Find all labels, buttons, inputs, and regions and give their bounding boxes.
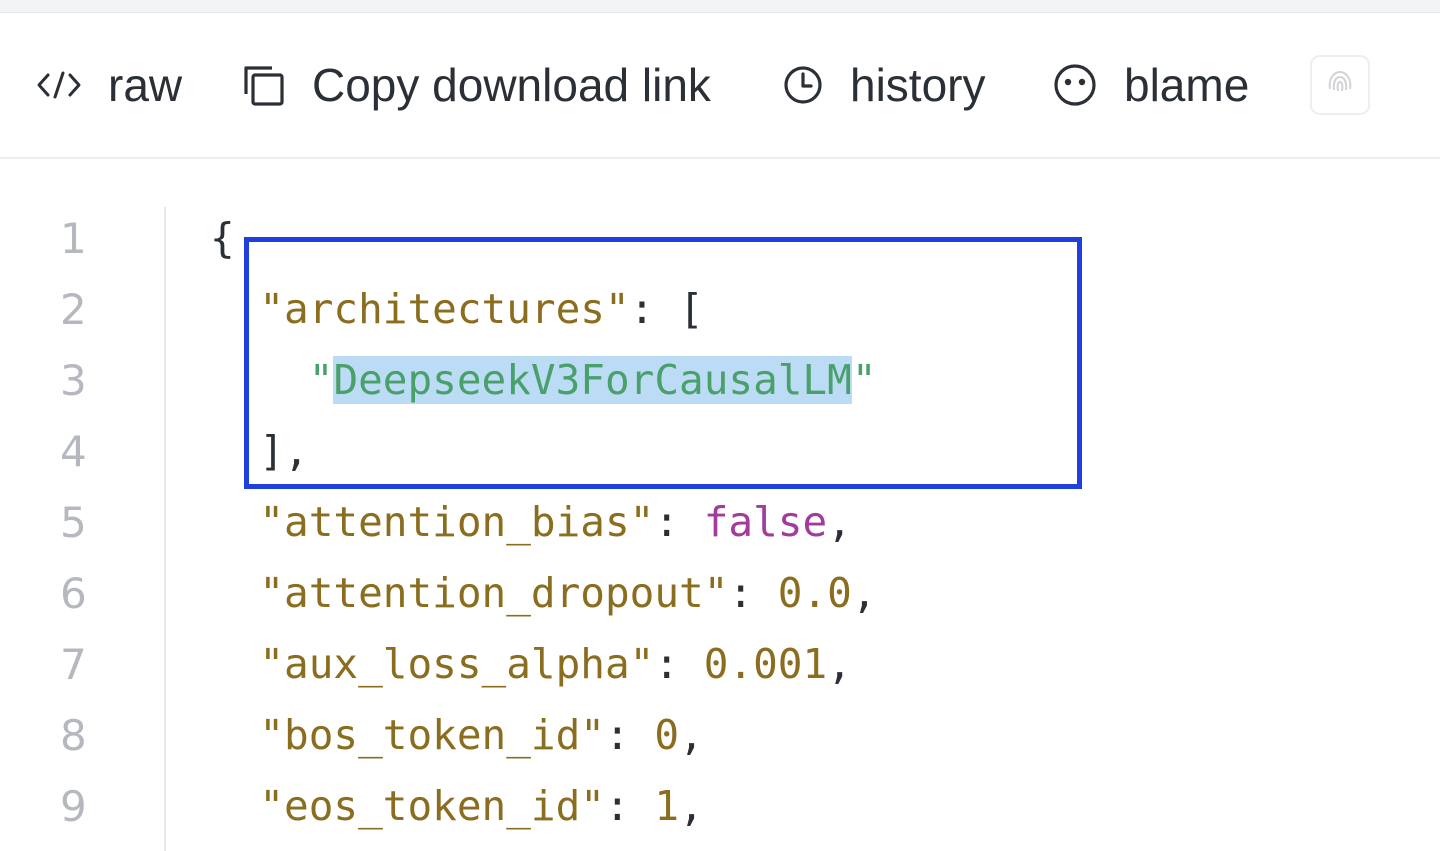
code-viewer: 1{2 "architectures": [3 "DeepseekV3ForCa…	[0, 159, 1440, 851]
code-token: 0	[654, 711, 680, 759]
code-line: 2 "architectures": [	[0, 274, 1440, 345]
face-icon	[1052, 62, 1098, 108]
code-token: 0.0	[777, 569, 852, 617]
code-line: 6 "attention_dropout": 0.0,	[0, 558, 1440, 629]
code-line: 9 "eos_token_id": 1,	[0, 771, 1440, 842]
code-token: "	[851, 356, 877, 404]
code-token: ,	[851, 569, 877, 617]
code-token: :	[654, 640, 704, 688]
code-line: 8 "bos_token_id": 0,	[0, 700, 1440, 771]
code-token: : [	[629, 285, 704, 333]
history-label: history	[850, 59, 986, 111]
code-token: :	[728, 569, 778, 617]
line-number[interactable]: 7	[60, 629, 150, 700]
raw-button[interactable]: raw	[36, 55, 182, 115]
code-text: "bos_token_id": 0,	[210, 700, 704, 771]
blame-label: blame	[1124, 59, 1250, 111]
code-token: ,	[827, 640, 852, 688]
selected-token: DeepseekV3ForCausalLM	[333, 356, 852, 404]
code-text: "DeepseekV3ForCausalLM"	[210, 345, 877, 416]
line-number[interactable]: 8	[60, 700, 150, 771]
code-token: "bos_token_id"	[259, 711, 605, 759]
code-icon	[36, 70, 82, 100]
code-line: 4 ],	[0, 416, 1440, 487]
code-line: 1{	[0, 203, 1440, 274]
copy-download-link-label: Copy download link	[312, 59, 711, 111]
code-text: "eos_token_id": 1,	[210, 771, 704, 842]
code-text: {	[210, 203, 235, 274]
history-button[interactable]: history	[782, 55, 985, 115]
code-token: :	[654, 498, 704, 546]
code-token: :	[604, 711, 655, 759]
code-line: 7 "aux_loss_alpha": 0.001,	[0, 629, 1440, 700]
code-token: ,	[679, 782, 704, 830]
code-token: false	[703, 498, 828, 546]
line-number[interactable]: 4	[60, 416, 150, 487]
clock-icon	[782, 64, 824, 106]
code-token: "architectures"	[259, 285, 630, 333]
code-token: :	[604, 782, 655, 830]
copy-icon	[240, 62, 286, 108]
file-viewer: raw Copy download link history blame 1 {…	[0, 0, 1440, 851]
file-toolbar: raw Copy download link history blame	[0, 13, 1440, 159]
code-token: ],	[259, 427, 309, 475]
code-token: 1	[654, 782, 680, 830]
top-strip	[0, 0, 1440, 13]
code-text: "aux_loss_alpha": 0.001,	[210, 629, 852, 700]
code-token: "aux_loss_alpha"	[259, 640, 655, 688]
line-number[interactable]: 9	[60, 771, 150, 842]
raw-label: raw	[108, 59, 183, 111]
fingerprint-icon	[1324, 67, 1356, 104]
code-line: 3 "DeepseekV3ForCausalLM"	[0, 345, 1440, 416]
fingerprint-button[interactable]	[1310, 55, 1370, 115]
code-text: "attention_bias": false,	[210, 487, 852, 558]
code-token: ,	[679, 711, 704, 759]
line-number[interactable]: 5	[60, 487, 150, 558]
copy-download-link-button[interactable]: Copy download link	[240, 55, 711, 115]
line-number[interactable]: 2	[60, 274, 150, 345]
code-token: "attention_bias"	[259, 498, 655, 546]
line-number[interactable]: 3	[60, 345, 150, 416]
code-token: "	[308, 356, 334, 404]
code-text: "architectures": [	[210, 274, 704, 345]
code-token: {	[210, 214, 235, 262]
code-token: ,	[827, 498, 852, 546]
line-number[interactable]: 1	[60, 203, 150, 274]
code-token: "attention_dropout"	[259, 569, 729, 617]
code-token: "eos_token_id"	[259, 782, 605, 830]
code-text: "attention_dropout": 0.0,	[210, 558, 877, 629]
blame-button[interactable]: blame	[1052, 55, 1249, 115]
code-line: 5 "attention_bias": false,	[0, 487, 1440, 558]
code-text: ],	[210, 416, 309, 487]
line-number[interactable]: 6	[60, 558, 150, 629]
code-token: 0.001	[703, 640, 828, 688]
